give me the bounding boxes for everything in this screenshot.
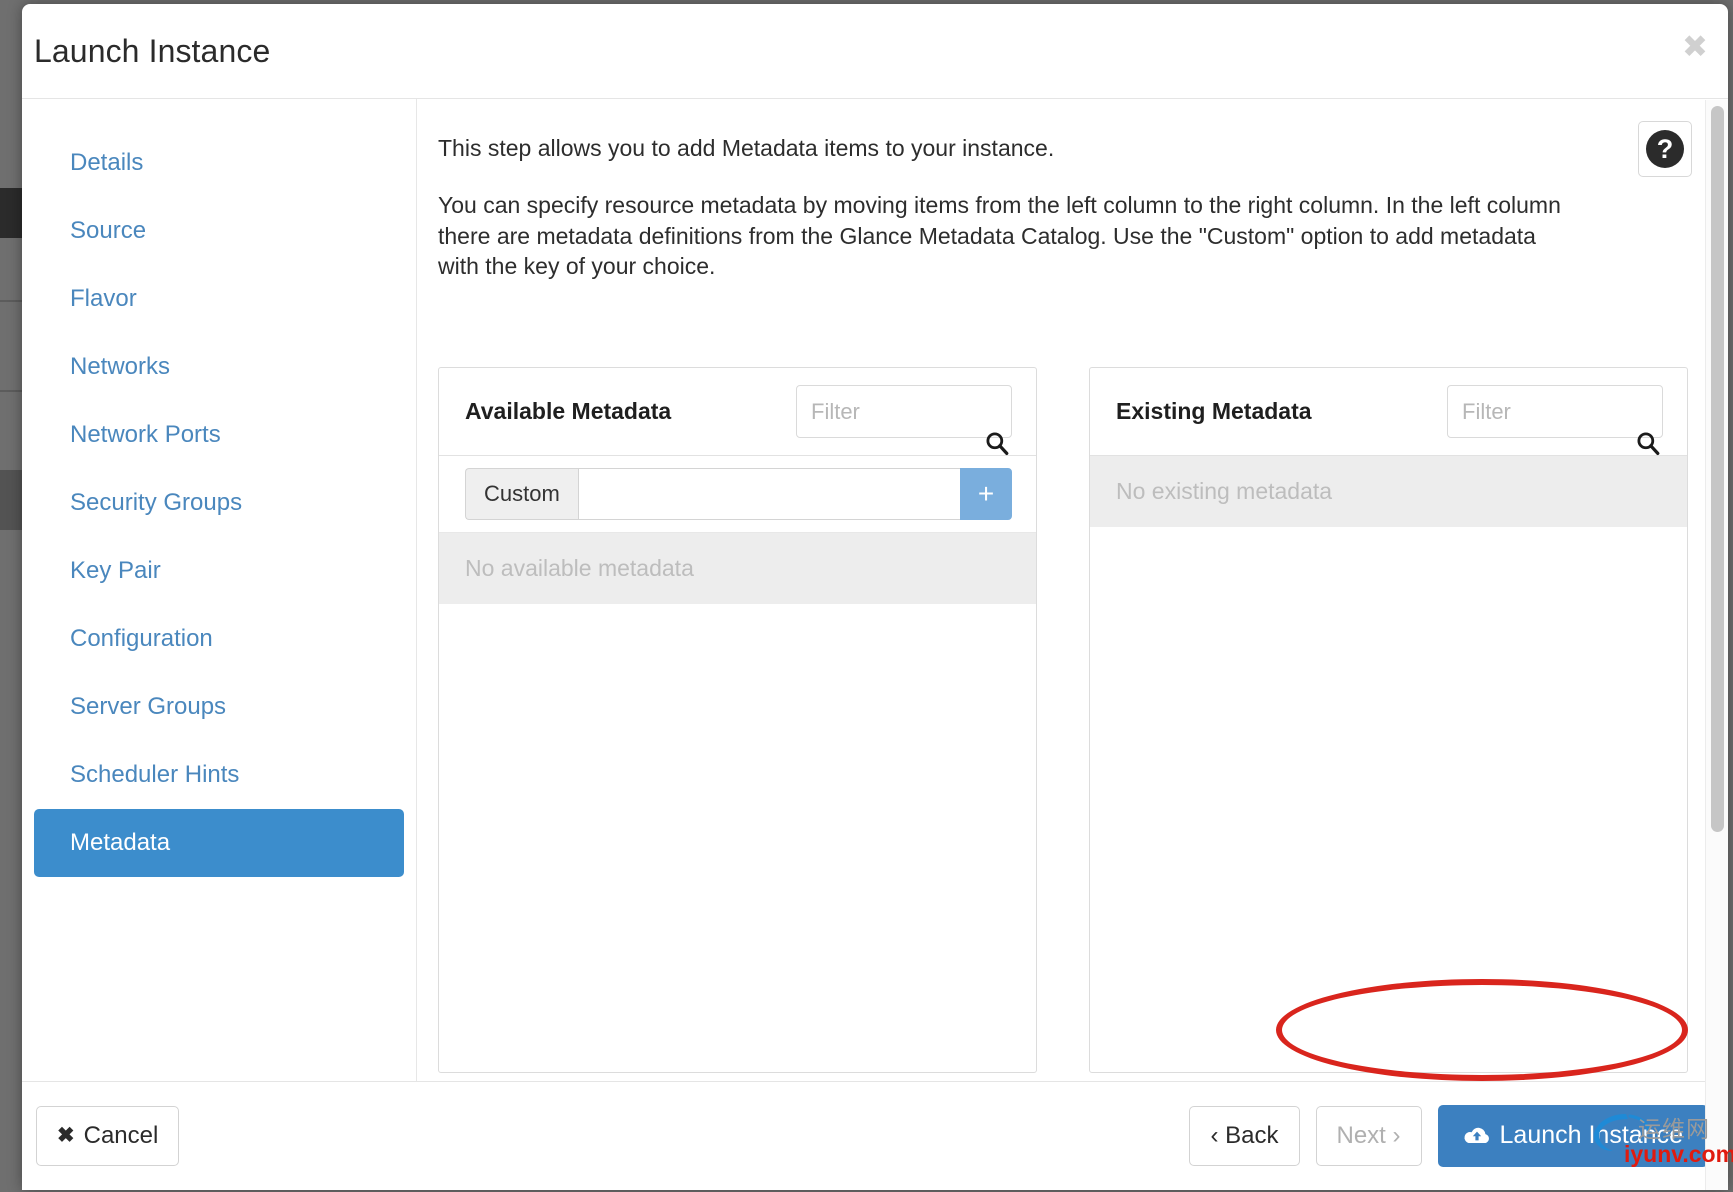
step-description-1: This step allows you to add Metadata ite… [438,135,1055,161]
footer-actions: ‹ Back Next › Launch Instance [1189,1104,1714,1167]
sidebar-item-key-pair[interactable]: Key Pair [34,537,394,605]
existing-metadata-panel: Existing Metadata No existing metadata [1089,367,1688,1073]
step-description-2: You can specify resource metadata by mov… [438,191,1561,280]
cancel-button-label: Cancel [83,1121,159,1149]
launch-instance-button[interactable]: Launch Instance [1437,1104,1708,1167]
scrollbar-thumb[interactable] [1711,106,1724,832]
available-metadata-panel: Available Metadata Custom + [438,367,1037,1073]
sidebar-item-scheduler-hints[interactable]: Scheduler Hints [34,741,394,809]
cloud-upload-icon [1464,1127,1489,1143]
next-button[interactable]: Next › [1315,1105,1422,1166]
back-button[interactable]: ‹ Back [1189,1105,1300,1166]
backdrop-strip [0,300,22,302]
existing-filter-wrap [1447,385,1663,456]
backdrop-strip [0,470,22,530]
sidebar-item-server-groups[interactable]: Server Groups [34,673,394,741]
sidebar-item-source[interactable]: Source [34,197,394,265]
custom-label: Custom [465,468,578,520]
available-empty-message: No available metadata [439,533,1036,604]
help-button[interactable]: ? [1638,121,1692,177]
sidebar-item-security-groups[interactable]: Security Groups [34,469,394,537]
custom-key-input[interactable] [577,468,960,520]
available-filter-wrap [796,385,1012,456]
sidebar-item-metadata[interactable]: Metadata [34,809,404,877]
available-filter-input[interactable] [796,385,1012,438]
add-custom-button[interactable]: + [960,468,1012,520]
question-mark-icon: ? [1646,130,1684,168]
sidebar-item-flavor[interactable]: Flavor [34,265,394,333]
backdrop-strip [0,390,22,392]
close-icon[interactable]: ✖ [1674,26,1716,68]
page-title: Launch Instance [34,33,271,69]
metadata-transfer-panels: Available Metadata Custom + [438,367,1688,1073]
sidebar-item-networks[interactable]: Networks [34,333,394,401]
custom-metadata-row: Custom + [439,456,1036,533]
modal-body: Details Source Flavor Networks Network Ports… [22,99,1728,1081]
cancel-button[interactable]: ✖ Cancel [36,1105,180,1166]
sidebar-item-details[interactable]: Details [34,129,394,197]
modal-footer: ✖ Cancel ‹ Back Next › Launch Instance [22,1081,1728,1189]
wizard-sidebar: Details Source Flavor Networks Network Ports… [22,99,416,1081]
vertical-scrollbar[interactable] [1705,100,1728,1190]
launch-instance-modal: Launch Instance ✖ Details Source Flavor Net… [22,4,1728,1190]
existing-filter-input[interactable] [1447,385,1663,438]
available-panel-header: Available Metadata [439,368,1036,456]
backdrop-strip [0,188,22,238]
existing-panel-header: Existing Metadata [1090,368,1687,456]
existing-empty-message: No existing metadata [1090,456,1687,527]
available-panel-title: Available Metadata [465,398,672,424]
modal-header: Launch Instance ✖ [22,4,1728,99]
existing-panel-title: Existing Metadata [1116,398,1312,424]
launch-instance-label: Launch Instance [1499,1121,1683,1149]
step-content: This step allows you to add Metadata ite… [417,99,1728,1081]
sidebar-item-network-ports[interactable]: Network Ports [34,401,394,469]
close-x-icon: ✖ [57,1124,75,1147]
sidebar-item-configuration[interactable]: Configuration [34,605,394,673]
